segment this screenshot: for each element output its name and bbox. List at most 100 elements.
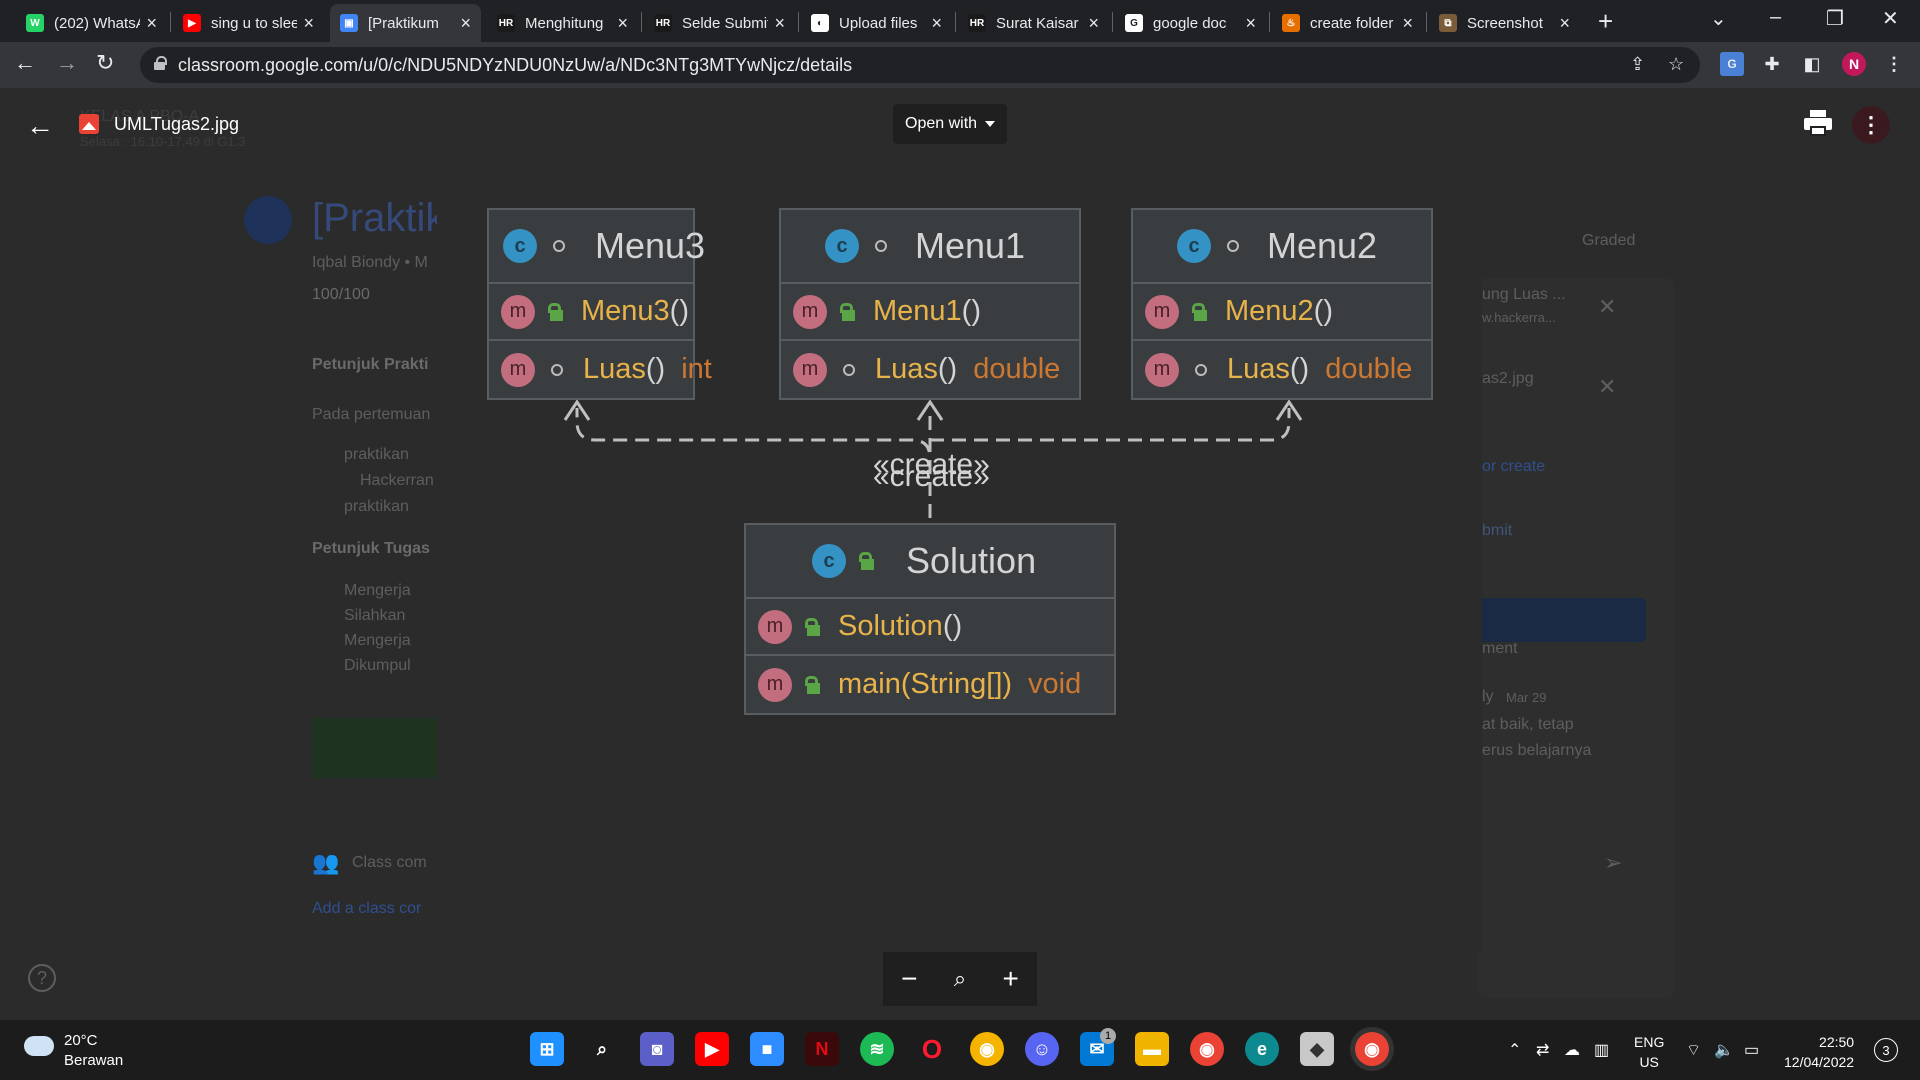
close-window-button[interactable]: ✕ [1882, 6, 1899, 31]
profile-avatar[interactable]: N [1842, 52, 1866, 76]
print-icon[interactable] [1804, 110, 1834, 138]
share-icon[interactable]: ⇪ [1630, 54, 1645, 75]
tray-app-icon[interactable]: ⇄ [1536, 1040, 1549, 1060]
open-with-button[interactable]: Open with [893, 104, 1008, 144]
notification-badge[interactable]: 3 [1874, 1038, 1898, 1062]
browser-tab[interactable]: W (202) WhatsApp× [16, 4, 167, 42]
address-bar[interactable]: classroom.google.com/u/0/c/NDU5NDYzNDU0N… [140, 47, 1700, 83]
chrome-canary-icon[interactable]: ◉ [970, 1032, 1004, 1066]
browser-menu-icon[interactable]: ⋮ [1882, 52, 1906, 76]
remove-attachment-icon[interactable]: ✕ [1598, 374, 1616, 400]
assignment-author: Iqbal Biondy • M [312, 254, 428, 271]
tab-close-icon[interactable]: × [297, 13, 314, 34]
back-icon[interactable]: ← [14, 50, 36, 76]
method-icon: m [1145, 352, 1179, 387]
discord-icon[interactable]: ☺ [1025, 1032, 1059, 1066]
task-bullet: Dikumpul [344, 657, 411, 674]
class-icon: c [1177, 229, 1211, 263]
volume-icon[interactable]: 🔈 [1714, 1040, 1734, 1060]
more-options-icon[interactable]: ⋮ [1852, 106, 1890, 144]
spotify-icon[interactable]: ≋ [860, 1032, 894, 1066]
url-text[interactable]: classroom.google.com/u/0/c/NDU5NDYzNDU0N… [178, 55, 852, 76]
netflix-icon[interactable]: N [805, 1032, 839, 1066]
browser-tab[interactable]: Ggoogle doc × [1115, 4, 1266, 42]
chrome-profile-icon[interactable]: ◉ [1355, 1032, 1389, 1066]
tab-close-icon[interactable]: × [925, 13, 942, 34]
forward-icon[interactable]: → [56, 50, 78, 76]
tab-close-icon[interactable]: × [1239, 13, 1256, 34]
add-or-create-link[interactable]: or create [1482, 458, 1545, 476]
image-file-icon [79, 114, 99, 134]
class-name: Solution [906, 540, 1037, 581]
comment-date: Mar 29 [1506, 690, 1547, 705]
browser-tab[interactable]: HR Selde Submit × [644, 4, 795, 42]
add-class-comment-link[interactable]: Add a class cor [312, 900, 421, 918]
bookmark-star-icon[interactable]: ☆ [1668, 54, 1684, 75]
reload-icon[interactable]: ↻ [96, 50, 114, 76]
file-explorer-icon[interactable]: ▬ [1135, 1032, 1169, 1066]
search-icon[interactable]: ⌕ [585, 1032, 619, 1066]
tab-close-icon[interactable]: × [140, 13, 157, 34]
zoom-app-icon[interactable]: ■ [750, 1032, 784, 1066]
language-code: ENG [1634, 1034, 1665, 1050]
tab-favicon-icon: ▶ [183, 14, 201, 32]
browser-tab[interactable]: ♨ create folder × [1272, 4, 1423, 42]
image-preview[interactable]: «create» «create» c Menu3 m Menu3() m Lu… [437, 158, 1482, 952]
roblox-icon[interactable]: ◆ [1300, 1032, 1334, 1066]
new-tab-button[interactable]: + [1598, 6, 1613, 37]
weather-description[interactable]: Berawan [64, 1052, 123, 1069]
package-private-icon [553, 240, 565, 252]
language-indicator[interactable]: ENG US [1634, 1032, 1664, 1072]
uml-class-menu1: c Menu1 m Menu1() m Luas() double [779, 208, 1081, 400]
close-viewer-back-icon[interactable]: ← [26, 110, 54, 142]
zoom-in-button[interactable]: + [1002, 963, 1018, 995]
browser-tab[interactable]: ▶ sing u to sleep× [173, 4, 324, 42]
lock-icon[interactable] [154, 56, 167, 70]
submit-button-label[interactable]: bmit [1482, 522, 1512, 540]
browser-tab[interactable]: ▣ [Praktikum × [330, 4, 481, 42]
browser-tab[interactable]: ⧉ Screenshot × [1429, 4, 1580, 42]
submit-button[interactable] [1478, 598, 1646, 642]
cloud-icon[interactable] [24, 1036, 54, 1056]
help-icon[interactable]: ? [28, 964, 56, 992]
opera-icon[interactable]: O [915, 1032, 949, 1066]
start-menu-icon[interactable]: ⊞ [530, 1032, 564, 1066]
tab-close-icon[interactable]: × [1082, 13, 1099, 34]
restore-button[interactable]: ❐ [1826, 6, 1844, 31]
send-icon[interactable]: ➢ [1604, 850, 1622, 876]
uml-class-header: c Menu2 [1133, 210, 1431, 284]
zoom-out-button[interactable]: − [901, 963, 917, 995]
onedrive-icon[interactable]: ☁ [1564, 1040, 1580, 1060]
method-name: Luas() [1227, 353, 1310, 385]
show-hidden-icons-chevron[interactable]: ⌃ [1508, 1040, 1521, 1060]
clock-date: 12/04/2022 [1784, 1054, 1855, 1070]
tray-meter-icon[interactable]: ▥ [1594, 1040, 1609, 1060]
remove-attachment-icon[interactable]: ✕ [1598, 294, 1616, 320]
weather-temperature[interactable]: 20°C [64, 1032, 98, 1049]
translate-icon[interactable]: G [1720, 52, 1744, 76]
browser-tab[interactable]: HR Menghitung × [487, 4, 638, 42]
browser-tab[interactable]: ◐ Upload files × [801, 4, 952, 42]
edge-icon[interactable]: e [1245, 1032, 1279, 1066]
attachment-thumbnail[interactable] [312, 718, 442, 778]
minimize-button[interactable]: – [1770, 6, 1781, 29]
tab-close-icon[interactable]: × [454, 13, 471, 34]
comment-author: ly [1482, 688, 1494, 705]
tab-close-icon[interactable]: × [768, 13, 785, 34]
tab-close-icon[interactable]: × [1553, 13, 1570, 34]
chrome-icon[interactable]: ◉ [1190, 1032, 1224, 1066]
tab-close-icon[interactable]: × [1396, 13, 1413, 34]
teams-chat-icon[interactable]: ◙ [640, 1032, 674, 1066]
clock[interactable]: 22:50 12/04/2022 [1784, 1032, 1854, 1072]
youtube-icon[interactable]: ▶ [695, 1032, 729, 1066]
side-panel-icon[interactable]: ◧ [1800, 52, 1824, 76]
tab-search-icon[interactable]: ⌄ [1710, 6, 1727, 31]
extensions-icon[interactable]: ✚ [1760, 52, 1784, 76]
browser-tab[interactable]: HR Surat Kaisar × [958, 4, 1109, 42]
tab-favicon-icon: HR [497, 14, 515, 32]
tab-close-icon[interactable]: × [611, 13, 628, 34]
battery-icon[interactable]: ▭ [1744, 1040, 1759, 1060]
wifi-icon[interactable]: ⌔ [1686, 1040, 1701, 1060]
return-type: double [973, 353, 1061, 385]
zoom-icon[interactable]: ⌕ [954, 966, 966, 992]
